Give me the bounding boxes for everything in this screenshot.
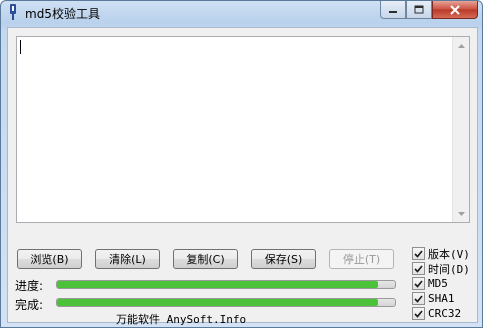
checkmark-icon (414, 294, 423, 303)
scroll-up-button[interactable] (453, 37, 469, 54)
checkbox-label: 版本(V) (428, 247, 470, 261)
complete-label: 完成: (15, 298, 44, 312)
checkbox-sha1[interactable]: SHA1 (412, 291, 455, 306)
checkmark-icon (414, 279, 423, 288)
stop-button[interactable]: 停止(T) (329, 249, 394, 269)
result-textarea[interactable] (16, 36, 470, 223)
checkbox-version[interactable]: 版本(V) (412, 246, 470, 261)
main-panel: 浏览(B) 清除(L) 复制(C) 保存(S) 停止(T) 进度: 完成: 万能… (7, 27, 478, 326)
checkbox-label: 时间(D) (428, 262, 470, 276)
progress-bar-fill (57, 281, 379, 288)
checkbox-label: SHA1 (428, 292, 455, 305)
progress-label: 进度: (15, 279, 44, 293)
minimize-icon (389, 10, 397, 13)
close-icon (450, 4, 460, 15)
checkbox-label: MD5 (428, 277, 448, 290)
checkbox-box[interactable] (412, 247, 425, 260)
key-icon (10, 4, 16, 20)
checkbox-time[interactable]: 时间(D) (412, 261, 470, 276)
scroll-down-button[interactable] (453, 205, 469, 222)
complete-bar (56, 298, 396, 307)
minimize-button[interactable] (380, 1, 406, 19)
text-caret (20, 40, 21, 54)
vertical-scrollbar[interactable] (452, 37, 469, 222)
chevron-down-icon (457, 211, 465, 216)
checkmark-icon (414, 264, 423, 273)
checkbox-box[interactable] (412, 262, 425, 275)
clear-button[interactable]: 清除(L) (95, 249, 160, 269)
complete-bar-fill (57, 299, 379, 306)
app-window: md5校验工具 浏览(B) 清除(L) 复制(C) 保存(S) 停止(T) 进度… (0, 0, 483, 328)
save-button[interactable]: 保存(S) (251, 249, 316, 269)
checkbox-md5[interactable]: MD5 (412, 276, 448, 291)
chevron-up-icon (457, 43, 465, 48)
checkbox-label: CRC32 (428, 307, 462, 320)
checkmark-icon (414, 309, 423, 318)
window-title: md5校验工具 (25, 7, 100, 21)
checkbox-box[interactable] (412, 277, 425, 290)
title-bar[interactable]: md5校验工具 (1, 1, 482, 25)
checkbox-crc32[interactable]: CRC32 (412, 306, 461, 321)
maximize-icon (414, 5, 424, 14)
close-button[interactable] (432, 1, 478, 19)
checkmark-icon (414, 249, 423, 258)
maximize-button[interactable] (406, 1, 432, 19)
progress-bar (56, 280, 396, 289)
copy-button[interactable]: 复制(C) (173, 249, 238, 269)
checkbox-box[interactable] (412, 307, 425, 320)
browse-button[interactable]: 浏览(B) (17, 249, 82, 269)
checkbox-box[interactable] (412, 292, 425, 305)
footer-text: 万能软件 AnySoft.Info (116, 313, 247, 326)
